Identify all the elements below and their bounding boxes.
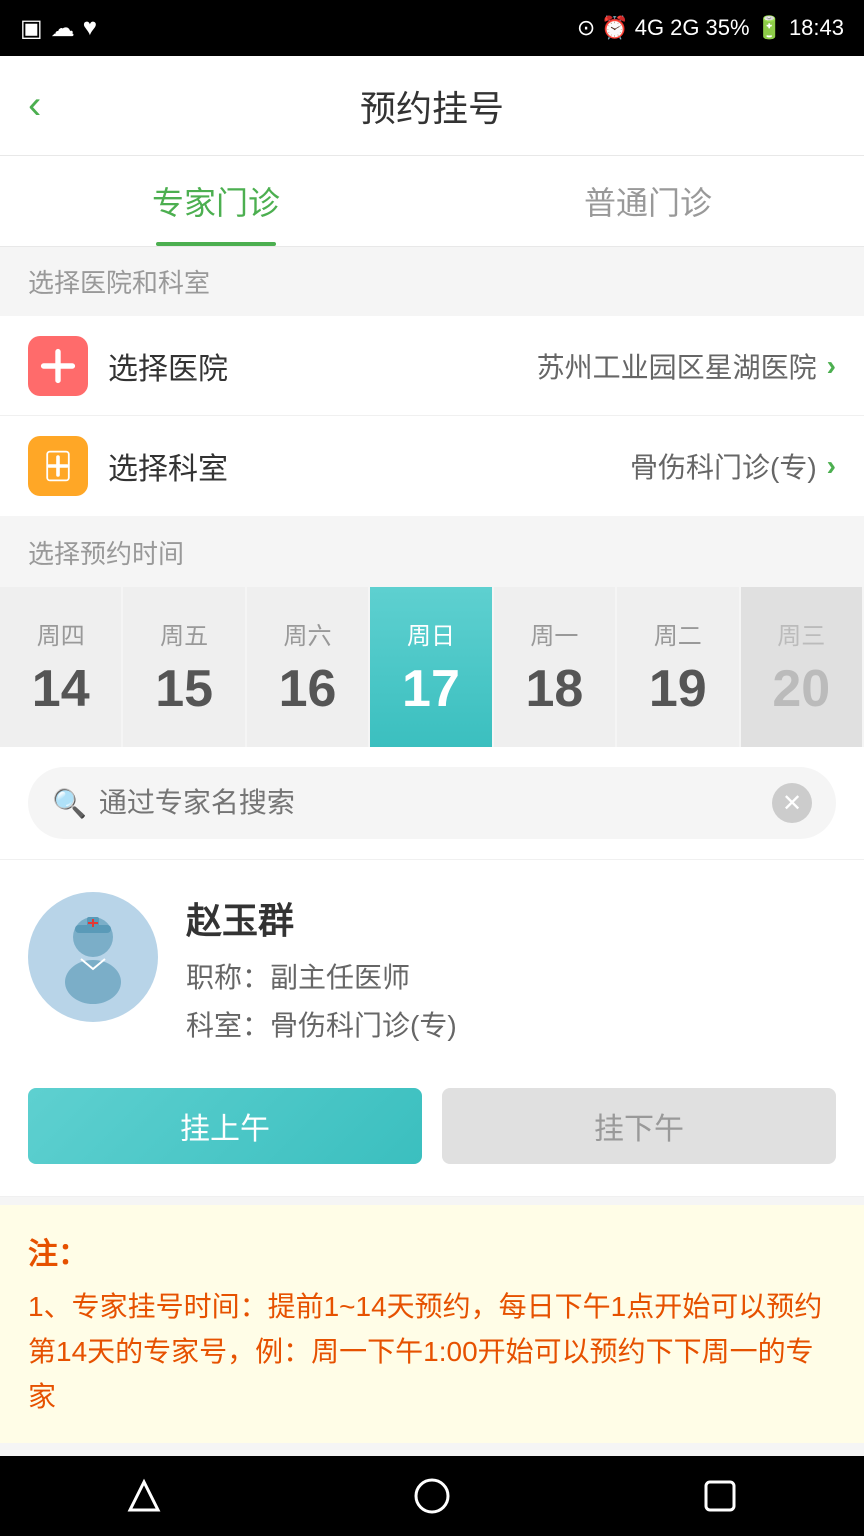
page-title: 预约挂号 [360, 80, 504, 132]
search-icon: 🔍 [52, 787, 87, 820]
doctor-name: 赵玉群 [186, 892, 836, 944]
date-cell-tue19[interactable]: 周二 19 [617, 587, 740, 747]
date-cell-fri15[interactable]: 周五 15 [123, 587, 246, 747]
doctor-details: 赵玉群 职称：副主任医师 科室：骨伤科门诊(专) [186, 892, 836, 1052]
hospital-label: 选择医院 [108, 344, 268, 388]
status-left-icons: ▣ ☁ ♥ [20, 14, 97, 43]
section-time-label: 选择预约时间 [0, 518, 864, 587]
section-hospital-dept-label: 选择医院和科室 [0, 247, 864, 316]
hospital-value: 苏州工业园区星湖医院 [268, 346, 817, 386]
morning-appointment-button[interactable]: 挂上午 [28, 1088, 422, 1164]
doctor-dept: 科室：骨伤科门诊(专) [186, 1004, 836, 1044]
date-picker: 周四 14 周五 15 周六 16 周日 17 周一 18 周二 19 周三 2… [0, 587, 864, 747]
battery-percent: 35% [705, 15, 749, 41]
department-icon [28, 436, 88, 496]
date-cell-sun17[interactable]: 周日 17 [370, 587, 493, 747]
notice-title: 注： [28, 1229, 836, 1273]
department-value: 骨伤科门诊(专) [268, 446, 817, 486]
hospital-dept-section: 选择医院 苏州工业园区星湖医院 › 选择科室 骨伤科门诊(专) › [0, 316, 864, 516]
battery-icon: 🔋 [756, 15, 783, 41]
alarm-icon: ⏰ [601, 15, 628, 41]
date-cell-thu14[interactable]: 周四 14 [0, 587, 123, 747]
bottom-navigation [0, 1456, 864, 1536]
department-chevron-icon: › [827, 450, 836, 482]
clock: 18:43 [789, 15, 844, 41]
notice-text: 1、专家挂号时间：提前1~14天预约，每日下午1点开始可以预约第14天的专家号，… [28, 1285, 836, 1419]
search-input-wrapper[interactable]: 🔍 ✕ [28, 767, 836, 839]
nav-recent-button[interactable] [690, 1466, 750, 1526]
wallet-icon: ▣ [20, 14, 43, 43]
search-input[interactable] [99, 787, 760, 819]
select-department-row[interactable]: 选择科室 骨伤科门诊(专) › [0, 416, 864, 516]
nav-back-button[interactable] [114, 1466, 174, 1526]
back-button[interactable]: ‹ [28, 83, 41, 128]
doctor-title: 职称：副主任医师 [186, 956, 836, 996]
tab-bar: 专家门诊 普通门诊 [0, 156, 864, 247]
doctor-avatar [28, 892, 158, 1022]
location-icon: ⊙ [577, 15, 595, 41]
hospital-chevron-icon: › [827, 350, 836, 382]
signal-2g: 2G [670, 15, 699, 41]
search-section: 🔍 ✕ [0, 747, 864, 860]
page-header: ‹ 预约挂号 [0, 56, 864, 156]
select-hospital-row[interactable]: 选择医院 苏州工业园区星湖医院 › [0, 316, 864, 416]
tab-general[interactable]: 普通门诊 [432, 156, 864, 246]
cloud-icon: ☁ [51, 14, 75, 43]
department-label: 选择科室 [108, 444, 268, 488]
doctor-card: 赵玉群 职称：副主任医师 科室：骨伤科门诊(专) 挂上午 挂下午 [0, 860, 864, 1197]
doctor-actions: 挂上午 挂下午 [28, 1088, 836, 1164]
notice-section: 注： 1、专家挂号时间：提前1~14天预约，每日下午1点开始可以预约第14天的专… [0, 1205, 864, 1443]
afternoon-appointment-button[interactable]: 挂下午 [442, 1088, 836, 1164]
date-cell-mon18[interactable]: 周一 18 [494, 587, 617, 747]
search-clear-button[interactable]: ✕ [772, 783, 812, 823]
doctor-info: 赵玉群 职称：副主任医师 科室：骨伤科门诊(专) [28, 892, 836, 1052]
signal-4g: 4G [635, 15, 664, 41]
nav-home-button[interactable] [402, 1466, 462, 1526]
date-cell-wed20: 周三 20 [741, 587, 864, 747]
status-right-info: ⊙ ⏰ 4G 2G 35% 🔋 18:43 [577, 15, 844, 41]
tab-expert[interactable]: 专家门诊 [0, 156, 432, 246]
hospital-icon [28, 336, 88, 396]
status-bar: ▣ ☁ ♥ ⊙ ⏰ 4G 2G 35% 🔋 18:43 [0, 0, 864, 56]
date-cell-sat16[interactable]: 周六 16 [247, 587, 370, 747]
health-icon: ♥ [83, 14, 97, 42]
